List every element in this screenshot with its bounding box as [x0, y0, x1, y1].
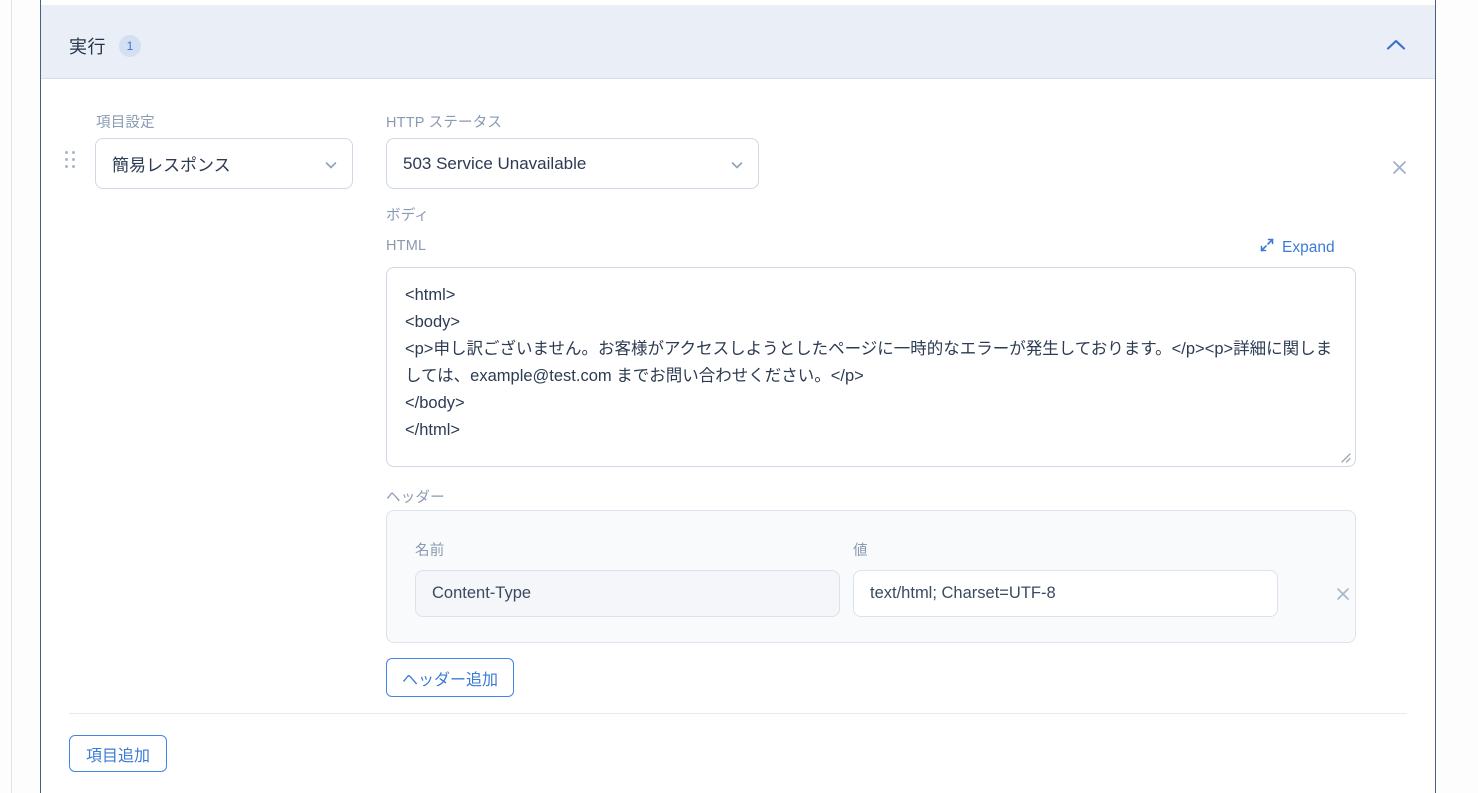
body-label: ボディ — [386, 208, 430, 224]
chevron-down-icon — [730, 157, 744, 171]
expand-button[interactable]: Expand — [1259, 237, 1335, 258]
gutter-divider — [11, 0, 12, 793]
page-gutter-right — [1437, 0, 1478, 793]
header-name-column-label: 名前 — [415, 543, 445, 559]
app-root: 実行 1 項目設定 簡易レスポンス HTTP ステータス 503 Service — [0, 0, 1478, 793]
footer-divider — [69, 713, 1407, 714]
page-gutter-left — [0, 0, 40, 793]
item-type-select[interactable]: 簡易レスポンス — [95, 138, 353, 189]
panel-body: 項目設定 簡易レスポンス HTTP ステータス 503 Service Unav… — [41, 79, 1435, 713]
body-html-textarea[interactable] — [386, 267, 1356, 467]
remove-item-button[interactable] — [1386, 154, 1412, 180]
remove-header-button[interactable] — [1330, 581, 1356, 607]
panel-title: 実行 — [69, 37, 106, 57]
resize-grip-icon[interactable] — [1337, 449, 1351, 463]
chevron-up-icon[interactable] — [1382, 32, 1410, 56]
expand-arrows-icon — [1259, 237, 1275, 258]
header-name-input[interactable]: Content-Type — [415, 570, 840, 617]
headers-group: 名前 値 Content-Type text/html; Charset=UTF… — [386, 510, 1356, 643]
http-status-select[interactable]: 503 Service Unavailable — [386, 138, 759, 189]
expand-label: Expand — [1282, 238, 1335, 256]
panel-count-badge: 1 — [119, 35, 141, 57]
header-value-input[interactable]: text/html; Charset=UTF-8 — [853, 570, 1278, 617]
panel-footer: 項目追加 — [41, 713, 1435, 793]
headers-label: ヘッダー — [386, 490, 445, 506]
http-status-label: HTTP ステータス — [386, 115, 503, 131]
header-value-column-label: 値 — [853, 543, 868, 559]
add-item-button[interactable]: 項目追加 — [69, 735, 167, 772]
body-format-label: HTML — [386, 238, 427, 254]
panel-header[interactable]: 実行 1 — [41, 5, 1435, 79]
item-type-value: 簡易レスポンス — [112, 156, 231, 175]
add-header-button[interactable]: ヘッダー追加 — [386, 658, 514, 697]
http-status-value: 503 Service Unavailable — [403, 153, 587, 173]
item-type-label: 項目設定 — [96, 115, 155, 131]
drag-handle-icon[interactable] — [65, 151, 79, 169]
chevron-down-icon — [324, 157, 338, 171]
